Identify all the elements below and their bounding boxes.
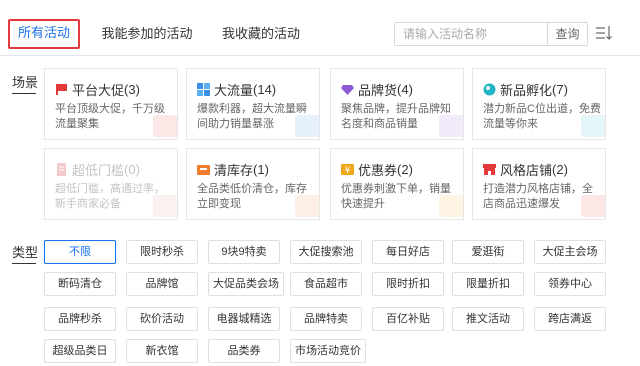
scene-card[interactable]: 清库存 (1) 全品类低价清仓，库存立即变现 (186, 148, 320, 220)
type-tag[interactable]: 推文活动 (452, 307, 524, 331)
scene-card: 超低门槛 (0) 超低门槛，高通过率，新手商家必备 (44, 148, 178, 220)
scene-card-count: (14) (253, 82, 277, 97)
type-tag[interactable]: 限时秒杀 (126, 240, 198, 264)
scene-card-count: (3) (124, 82, 140, 97)
tab-favorite-activities[interactable]: 我收藏的活动 (220, 20, 302, 48)
scene-card-count: (4) (397, 82, 413, 97)
search-box: 查询 (394, 22, 588, 46)
type-tag[interactable]: 品牌特卖 (290, 307, 362, 331)
scene-card-name: 风格店铺 (500, 163, 553, 178)
scene-card[interactable]: 品牌货 (4) 聚焦品牌，提升品牌知名度和商品销量 (330, 68, 464, 140)
type-tag[interactable]: 食品超市 (290, 272, 362, 296)
sort-list-icon[interactable] (594, 24, 612, 42)
scene-card-watermark (581, 115, 605, 137)
type-tag[interactable]: 爱逛街 (452, 240, 524, 264)
scene-card-watermark (581, 195, 605, 217)
scene-card-name: 优惠券 (358, 163, 398, 178)
top-bar: 所有活动 我能参加的活动 我收藏的活动 查询 (0, 0, 640, 56)
scene-card-title: ¥ 优惠券 (2) (341, 160, 413, 179)
scene-card-name: 平台大促 (72, 83, 125, 98)
coupon-icon: ¥ (341, 163, 354, 176)
scene-card[interactable]: ¥ 优惠券 (2) 优惠券刺激下单，销量快速提升 (330, 148, 464, 220)
type-tag[interactable]: 品类券 (208, 339, 280, 363)
type-tag[interactable]: 砍价活动 (126, 307, 198, 331)
tab-eligible-activities[interactable]: 我能参加的活动 (100, 20, 194, 48)
type-tag[interactable]: 市场活动竞价 (290, 339, 366, 363)
svg-text:¥: ¥ (345, 166, 351, 176)
scene-card-watermark (153, 115, 177, 137)
type-tag[interactable]: 电器城精选 (208, 307, 280, 331)
type-tag[interactable]: 9块9特卖 (208, 240, 280, 264)
scene-card-count: (0) (124, 162, 140, 177)
scene-card-name: 超低门槛 (72, 163, 125, 178)
scene-card-title: 超低门槛 (0) (55, 160, 140, 179)
scene-card-name: 新品孵化 (500, 83, 553, 98)
scene-card-title: 新品孵化 (7) (483, 80, 568, 99)
type-tag[interactable]: 领券中心 (534, 272, 606, 296)
scene-card-watermark (295, 195, 319, 217)
grid-icon (197, 83, 210, 96)
tab-all-activities[interactable]: 所有活动 (8, 19, 80, 49)
scene-label: 场景 (12, 72, 38, 94)
doc-icon (55, 163, 68, 176)
scene-card-watermark (295, 115, 319, 137)
scene-card[interactable]: 平台大促 (3) 平台顶级大促，千万级流量聚集 (44, 68, 178, 140)
type-tag[interactable]: 不限 (44, 240, 116, 264)
scene-card-name: 大流量 (214, 83, 254, 98)
scene-card[interactable]: 大流量 (14) 爆款利器，超大流量瞬间助力销量暴涨 (186, 68, 320, 140)
type-tag[interactable]: 每日好店 (372, 240, 444, 264)
type-tag[interactable]: 大促主会场 (534, 240, 606, 264)
type-tag[interactable]: 超级品类日 (44, 339, 116, 363)
type-tag[interactable]: 限时折扣 (372, 272, 444, 296)
search-button[interactable]: 查询 (547, 23, 587, 45)
scene-card-watermark (439, 115, 463, 137)
scene-card-title: 风格店铺 (2) (483, 160, 568, 179)
bubble-icon (483, 83, 496, 96)
box-icon (197, 163, 210, 176)
type-tag[interactable]: 品牌秒杀 (44, 307, 116, 331)
scene-card-title: 品牌货 (4) (341, 80, 413, 99)
scene-card-count: (2) (397, 162, 413, 177)
type-tag[interactable]: 大促搜索池 (290, 240, 362, 264)
scene-card-title: 清库存 (1) (197, 160, 269, 179)
type-tag[interactable]: 新衣馆 (126, 339, 198, 363)
type-tag[interactable]: 限量折扣 (452, 272, 524, 296)
type-tag[interactable]: 断码清仓 (44, 272, 116, 296)
search-input[interactable] (395, 23, 545, 45)
scene-card-count: (1) (253, 162, 269, 177)
shop-icon (483, 163, 496, 176)
scene-card-name: 品牌货 (358, 83, 398, 98)
type-label: 类型 (12, 242, 38, 264)
scene-card-name: 清库存 (214, 163, 254, 178)
scene-card-watermark (153, 195, 177, 217)
scene-card-title: 大流量 (14) (197, 80, 276, 99)
flag-icon (55, 83, 68, 96)
scene-card-count: (2) (552, 162, 568, 177)
scene-card[interactable]: 新品孵化 (7) 潜力新品C位出道，免费流量等你来 (472, 68, 606, 140)
type-tag[interactable]: 跨店满返 (534, 307, 606, 331)
scene-card-title: 平台大促 (3) (55, 80, 140, 99)
scene-card-watermark (439, 195, 463, 217)
scene-card[interactable]: 风格店铺 (2) 打造潜力风格店铺，全店商品迅速爆发 (472, 148, 606, 220)
type-tag[interactable]: 大促品类会场 (208, 272, 284, 296)
type-tag[interactable]: 品牌馆 (126, 272, 198, 296)
scene-card-count: (7) (552, 82, 568, 97)
diamond-icon (341, 83, 354, 96)
type-tag[interactable]: 百亿补贴 (372, 307, 444, 331)
